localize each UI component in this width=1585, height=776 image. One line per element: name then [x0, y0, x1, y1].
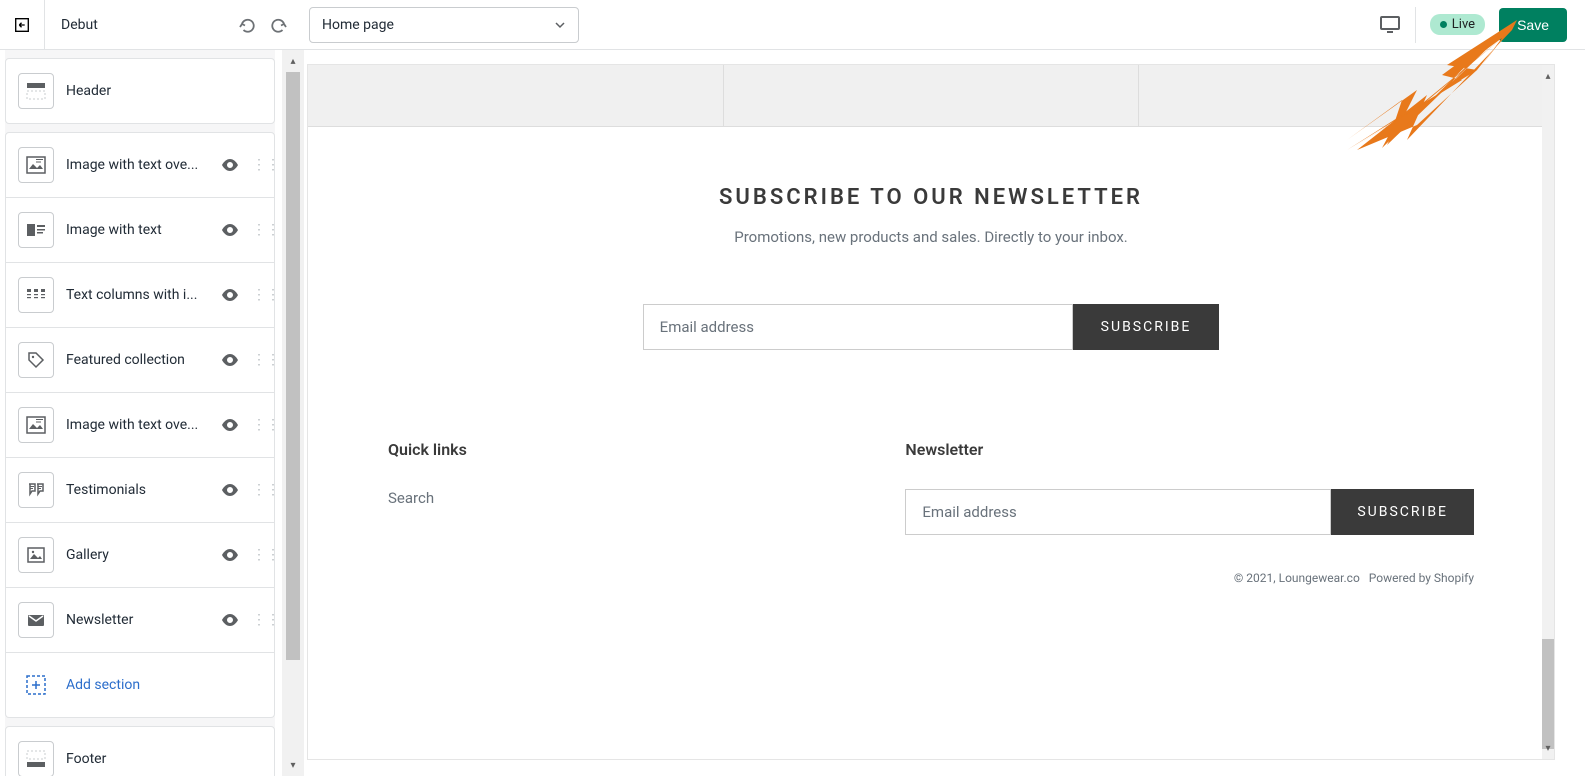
undo-icon — [238, 15, 258, 35]
sidebar-section-item[interactable]: Image with text ove... ⋮⋮ — [5, 393, 275, 458]
top-bar: Debut Home page Live Save — [0, 0, 1585, 50]
sidebar-item-footer[interactable]: Footer — [5, 726, 275, 776]
visibility-toggle[interactable] — [220, 545, 240, 565]
add-section-icon — [18, 667, 54, 703]
back-arrow-icon — [13, 16, 31, 34]
newsletter-email-input[interactable]: Email address — [643, 304, 1073, 350]
footer-newsletter-column: Newsletter Email address SUBSCRIBE — [905, 440, 1474, 535]
live-dot-icon — [1440, 21, 1447, 28]
sidebar-section-item[interactable]: Image with text ove... ⋮⋮ — [5, 132, 275, 198]
page-selector-dropdown[interactable]: Home page — [309, 7, 579, 43]
visibility-toggle[interactable] — [220, 220, 240, 240]
sidebar-section-label: Gallery — [66, 547, 208, 563]
footer-subscribe-button[interactable]: SUBSCRIBE — [1331, 489, 1474, 535]
image-text-icon — [18, 212, 54, 248]
visibility-toggle[interactable] — [220, 350, 240, 370]
sidebar-section-item[interactable]: Newsletter ⋮⋮ — [5, 588, 275, 653]
sidebar-section-label: Image with text ove... — [66, 157, 208, 173]
add-section-button[interactable]: Add section — [5, 653, 275, 718]
preview-newsletter-section: SUBSCRIBE TO OUR NEWSLETTER Promotions, … — [308, 127, 1554, 350]
newsletter-heading: SUBSCRIBE TO OUR NEWSLETTER — [308, 185, 1554, 210]
drag-handle-icon[interactable]: ⋮⋮ — [252, 552, 262, 558]
theme-preview-frame: SUBSCRIBE TO OUR NEWSLETTER Promotions, … — [307, 64, 1555, 760]
gallery-icon — [18, 537, 54, 573]
footer-section-icon — [18, 741, 54, 776]
back-button[interactable] — [0, 0, 45, 50]
sidebar-section-item[interactable]: Gallery ⋮⋮ — [5, 523, 275, 588]
chevron-down-icon — [554, 19, 566, 31]
newsletter-subscribe-button[interactable]: SUBSCRIBE — [1073, 304, 1220, 350]
copyright-text: © 2021, Loungewear.co — [1234, 571, 1360, 585]
save-button[interactable]: Save — [1499, 8, 1567, 42]
sidebar-section-label: Testimonials — [66, 482, 208, 498]
newsletter-subheading: Promotions, new products and sales. Dire… — [308, 228, 1554, 246]
sections-sidebar: Header Image with text ove... ⋮⋮ Image w… — [5, 50, 275, 776]
newsletter-form: Email address SUBSCRIBE — [308, 304, 1554, 350]
preview-copyright-row: © 2021, Loungewear.co Powered by Shopify — [308, 565, 1554, 605]
desktop-viewport-button[interactable] — [1380, 7, 1416, 43]
sidebar-header-label: Header — [66, 83, 262, 99]
live-status-badge: Live — [1430, 14, 1485, 35]
footer-quicklinks-title: Quick links — [388, 440, 825, 459]
theme-name-label: Debut — [45, 17, 225, 33]
add-section-label: Add section — [66, 677, 262, 693]
visibility-toggle[interactable] — [220, 480, 240, 500]
newsletter-icon — [18, 602, 54, 638]
footer-email-input[interactable]: Email address — [905, 489, 1331, 535]
sidebar-section-label: Featured collection — [66, 352, 208, 368]
drag-handle-icon[interactable]: ⋮⋮ — [252, 227, 262, 233]
footer-newsletter-title: Newsletter — [905, 440, 1474, 459]
visibility-toggle[interactable] — [220, 155, 240, 175]
footer-newsletter-form: Email address SUBSCRIBE — [905, 489, 1474, 535]
redo-icon — [268, 15, 288, 35]
sidebar-section-label: Text columns with i... — [66, 287, 208, 303]
sidebar-sections-group: Image with text ove... ⋮⋮ Image with tex… — [5, 132, 275, 718]
preview-scroll-down-icon[interactable]: ▾ — [1542, 737, 1554, 759]
text-columns-icon — [18, 277, 54, 313]
sidebar-item-header[interactable]: Header — [5, 58, 275, 124]
footer-search-link[interactable]: Search — [388, 489, 825, 507]
image-overlay-icon — [18, 147, 54, 183]
sidebar-section-item[interactable]: Testimonials ⋮⋮ — [5, 458, 275, 523]
preview-scroll-thumb[interactable] — [1542, 639, 1554, 749]
preview-footer-section: Quick links Search Newsletter Email addr… — [308, 350, 1554, 565]
sidebar-section-label: Newsletter — [66, 612, 208, 628]
preview-header-placeholder — [308, 65, 1554, 127]
undo-button[interactable] — [237, 14, 259, 36]
footer-quicklinks-column: Quick links Search — [388, 440, 825, 535]
scroll-up-arrow-icon[interactable]: ▴ — [282, 50, 304, 72]
visibility-toggle[interactable] — [220, 285, 240, 305]
sidebar-scrollbar[interactable]: ▴ ▾ — [282, 50, 304, 776]
drag-handle-icon[interactable]: ⋮⋮ — [252, 162, 262, 168]
drag-handle-icon[interactable]: ⋮⋮ — [252, 292, 262, 298]
preview-scrollbar[interactable]: ▴ ▾ — [1542, 65, 1554, 759]
header-section-icon — [18, 73, 54, 109]
sidebar-section-label: Image with text — [66, 222, 208, 238]
testimonials-icon — [18, 472, 54, 508]
sidebar-section-label: Image with text ove... — [66, 417, 208, 433]
undo-redo-group — [225, 14, 301, 36]
sidebar-section-item[interactable]: Image with text ⋮⋮ — [5, 198, 275, 263]
sidebar-scroll-thumb[interactable] — [286, 72, 300, 660]
preview-scroll-up-icon[interactable]: ▴ — [1542, 65, 1554, 87]
drag-handle-icon[interactable]: ⋮⋮ — [252, 357, 262, 363]
collection-icon — [18, 342, 54, 378]
drag-handle-icon[interactable]: ⋮⋮ — [252, 487, 262, 493]
redo-button[interactable] — [267, 14, 289, 36]
visibility-toggle[interactable] — [220, 415, 240, 435]
scroll-down-arrow-icon[interactable]: ▾ — [282, 754, 304, 776]
powered-by-link[interactable]: Powered by Shopify — [1369, 571, 1474, 585]
drag-handle-icon[interactable]: ⋮⋮ — [252, 422, 262, 428]
sidebar-footer-label: Footer — [66, 751, 262, 767]
visibility-toggle[interactable] — [220, 610, 240, 630]
top-right-group: Live Save — [1380, 7, 1585, 43]
sidebar-section-item[interactable]: Text columns with i... ⋮⋮ — [5, 263, 275, 328]
drag-handle-icon[interactable]: ⋮⋮ — [252, 617, 262, 623]
page-selector-label: Home page — [322, 17, 394, 33]
image-overlay-icon — [18, 407, 54, 443]
live-badge-label: Live — [1452, 17, 1475, 32]
desktop-icon — [1380, 16, 1400, 34]
sidebar-section-item[interactable]: Featured collection ⋮⋮ — [5, 328, 275, 393]
